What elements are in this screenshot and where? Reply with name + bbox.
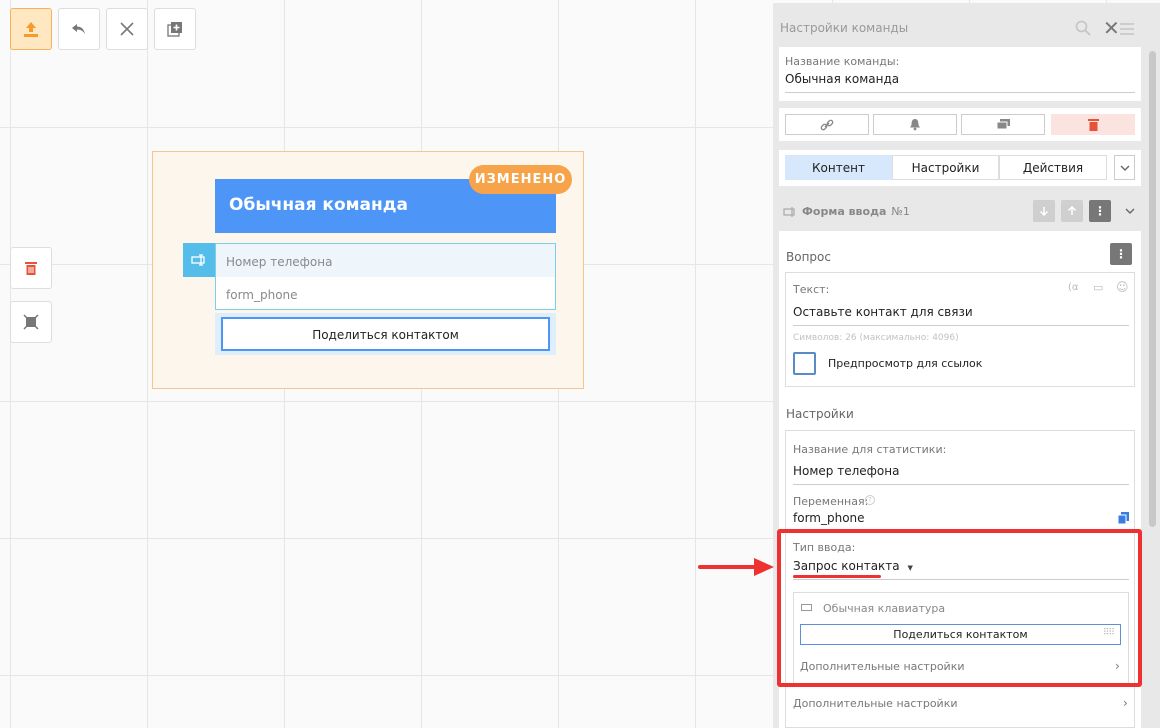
char-count: Символов: 26 (максимально: 4096) [793, 333, 959, 343]
stat-name-field[interactable]: Номер телефона [793, 464, 1129, 485]
menu-icon[interactable] [1120, 23, 1134, 35]
form-input-icon [783, 206, 795, 217]
close-icon [120, 22, 134, 36]
highlight-frame [777, 529, 1142, 687]
move-up-button[interactable] [1061, 200, 1083, 222]
frame-icon [23, 314, 39, 330]
link-preview-label: Предпросмотр для ссылок [828, 357, 983, 370]
move-down-button[interactable] [1033, 200, 1055, 222]
form-input-icon [191, 254, 205, 266]
link-icon [820, 119, 834, 130]
emoji-icon[interactable]: ☺ [1116, 280, 1129, 294]
annotation-arrow-icon [698, 558, 774, 576]
chevron-right-icon[interactable]: › [1123, 696, 1128, 710]
tab-actions[interactable]: Действия [999, 155, 1107, 180]
variable-label: Переменная: [793, 495, 869, 508]
form-number: №1 [891, 205, 910, 218]
close-button[interactable] [106, 8, 148, 50]
command-name-card: Название команды: Обычная команда [779, 47, 1141, 101]
trash-icon [1087, 119, 1099, 131]
undo-icon [72, 24, 85, 34]
close-panel-icon[interactable]: ✕ [1103, 16, 1120, 40]
command-name-label: Название команды: [785, 55, 900, 68]
panel-scrollbar[interactable] [1149, 51, 1156, 527]
copy-variable-icon[interactable] [1118, 512, 1129, 524]
command-name-field[interactable]: Обычная команда [785, 68, 1135, 93]
arrow-up-icon [1067, 206, 1077, 215]
search-icon[interactable] [1075, 20, 1091, 36]
help-icon[interactable]: ? [865, 495, 875, 505]
question-label: Вопрос [786, 250, 831, 264]
form-more-button[interactable]: ⋮ [1089, 200, 1111, 222]
settings-section-label: Настройки [786, 407, 854, 421]
more-vertical-icon: ⋮ [1094, 204, 1106, 218]
variable-field[interactable]: form_phone [793, 511, 865, 525]
bell-icon [910, 119, 920, 131]
trash-icon [25, 262, 37, 275]
undo-button[interactable] [58, 8, 100, 50]
delete-command-button[interactable] [1051, 114, 1135, 135]
chevron-down-icon [1120, 165, 1129, 171]
contact-button-area: Поделиться контактом [215, 313, 556, 355]
link-preview-checkbox[interactable] [793, 352, 816, 375]
panel-title: Настройки команды [780, 21, 909, 35]
format-tools-icon[interactable]: (α [1068, 282, 1079, 293]
share-contact-button[interactable]: Поделиться контактом [221, 317, 550, 351]
command-actions-card [779, 108, 1141, 141]
form-header: Форма ввода №1 [783, 205, 910, 218]
publish-button[interactable] [10, 8, 52, 50]
form-variable: form_phone [226, 288, 298, 302]
question-text-field[interactable]: Оставьте контакт для связи [793, 305, 1129, 326]
tab-content[interactable]: Контент [785, 155, 892, 180]
form-input-icon-box [183, 243, 215, 277]
tab-settings[interactable]: Настройки [892, 155, 999, 180]
form-input-block[interactable]: Номер телефона form_phone [215, 243, 556, 310]
copy-command-button[interactable] [961, 114, 1045, 135]
add-block-button[interactable] [154, 8, 196, 50]
more-vertical-icon: ⋮ [1115, 247, 1127, 261]
upload-icon [24, 22, 38, 37]
copy-icon [996, 119, 1010, 130]
stat-name-label: Название для статистики: [793, 443, 947, 456]
tabs-card: Контент Настройки Действия [779, 150, 1141, 186]
delete-block-button[interactable] [10, 247, 52, 289]
form-placeholder: Номер телефона [216, 244, 555, 277]
chevron-down-icon[interactable] [1125, 208, 1135, 214]
form-header-title: Форма ввода [802, 205, 887, 218]
question-more-button[interactable]: ⋮ [1110, 243, 1132, 265]
outer-extra-settings[interactable]: Дополнительные настройки [793, 697, 958, 710]
question-text-block: Текст: (α ▭ ☺ Оставьте контакт для связи… [785, 272, 1135, 387]
add-icon [167, 22, 182, 37]
notify-button[interactable] [873, 114, 957, 135]
text-label: Текст: [793, 283, 830, 296]
image-icon[interactable]: ▭ [1093, 281, 1103, 294]
changed-badge: ИЗМЕНЕНО [469, 165, 572, 194]
fit-view-button[interactable] [10, 301, 52, 343]
arrow-down-icon [1039, 207, 1049, 216]
link-button[interactable] [785, 114, 869, 135]
tabs-dropdown-button[interactable] [1114, 155, 1135, 180]
